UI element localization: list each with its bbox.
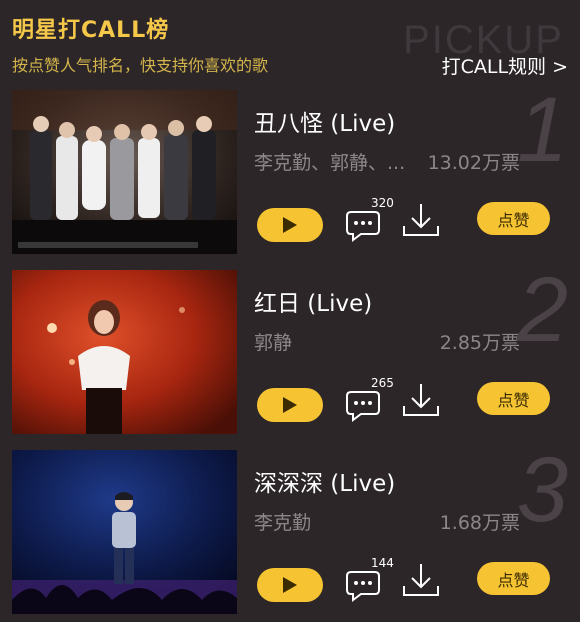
comment-button[interactable]: 265 [345,376,395,428]
song-item-1: 丑八怪 (Live) 李克勤、郭静、... 13.02万票 1 320 点赞 [0,84,580,260]
rank-number: 1 [516,79,568,181]
play-button[interactable] [257,208,323,242]
singer-red-stage-photo [12,270,237,434]
rank-number: 3 [516,439,568,541]
singer-blue-stage-photo [12,450,237,614]
like-button[interactable]: 点赞 [477,562,550,595]
download-button[interactable] [402,202,442,242]
download-icon [403,384,439,416]
call-rules-link[interactable]: 打CALL规则 > [442,52,568,79]
comment-count: 320 [371,196,394,210]
comment-icon [346,391,380,422]
comment-icon [346,571,380,602]
song-thumbnail-3[interactable] [12,450,237,614]
song-artist: 李克勤 [254,512,312,534]
song-thumbnail-1[interactable] [12,90,237,254]
song-thumbnail-2[interactable] [12,270,237,434]
play-icon [283,397,297,413]
download-icon [403,204,439,236]
comment-count: 265 [371,376,394,390]
song-title: 丑八怪 (Live) [254,111,396,137]
play-button[interactable] [257,568,323,602]
play-button[interactable] [257,388,323,422]
rank-number: 2 [516,259,568,361]
download-button[interactable] [402,382,442,422]
like-button[interactable]: 点赞 [477,382,550,415]
comment-icon [346,211,380,242]
vote-count: 1.68万票 [439,512,520,534]
play-icon [283,577,297,593]
page-title: 明星打CALL榜 [12,18,170,43]
song-title: 红日 (Live) [254,291,373,317]
group-stage-photo [12,90,237,254]
song-artist: 李克勤、郭静、... [254,152,406,174]
vote-count: 13.02万票 [427,152,520,174]
song-item-2: 红日 (Live) 郭静 2.85万票 2 265 点赞 [0,264,580,440]
comment-button[interactable]: 320 [345,196,395,248]
like-button[interactable]: 点赞 [477,202,550,235]
download-icon [403,564,439,596]
vote-count: 2.85万票 [439,332,520,354]
song-title: 深深深 (Live) [254,471,396,497]
page-subtitle: 按点赞人气排名，快支持你喜欢的歌 [12,56,269,75]
header: 明星打CALL榜 按点赞人气排名，快支持你喜欢的歌 PICKUP 打CALL规则… [0,0,580,90]
play-icon [283,217,297,233]
song-artist: 郭静 [254,332,293,354]
download-button[interactable] [402,562,442,602]
song-item-3: 深深深 (Live) 李克勤 1.68万票 3 144 点赞 [0,444,580,620]
comment-button[interactable]: 144 [345,556,395,608]
comment-count: 144 [371,556,394,570]
